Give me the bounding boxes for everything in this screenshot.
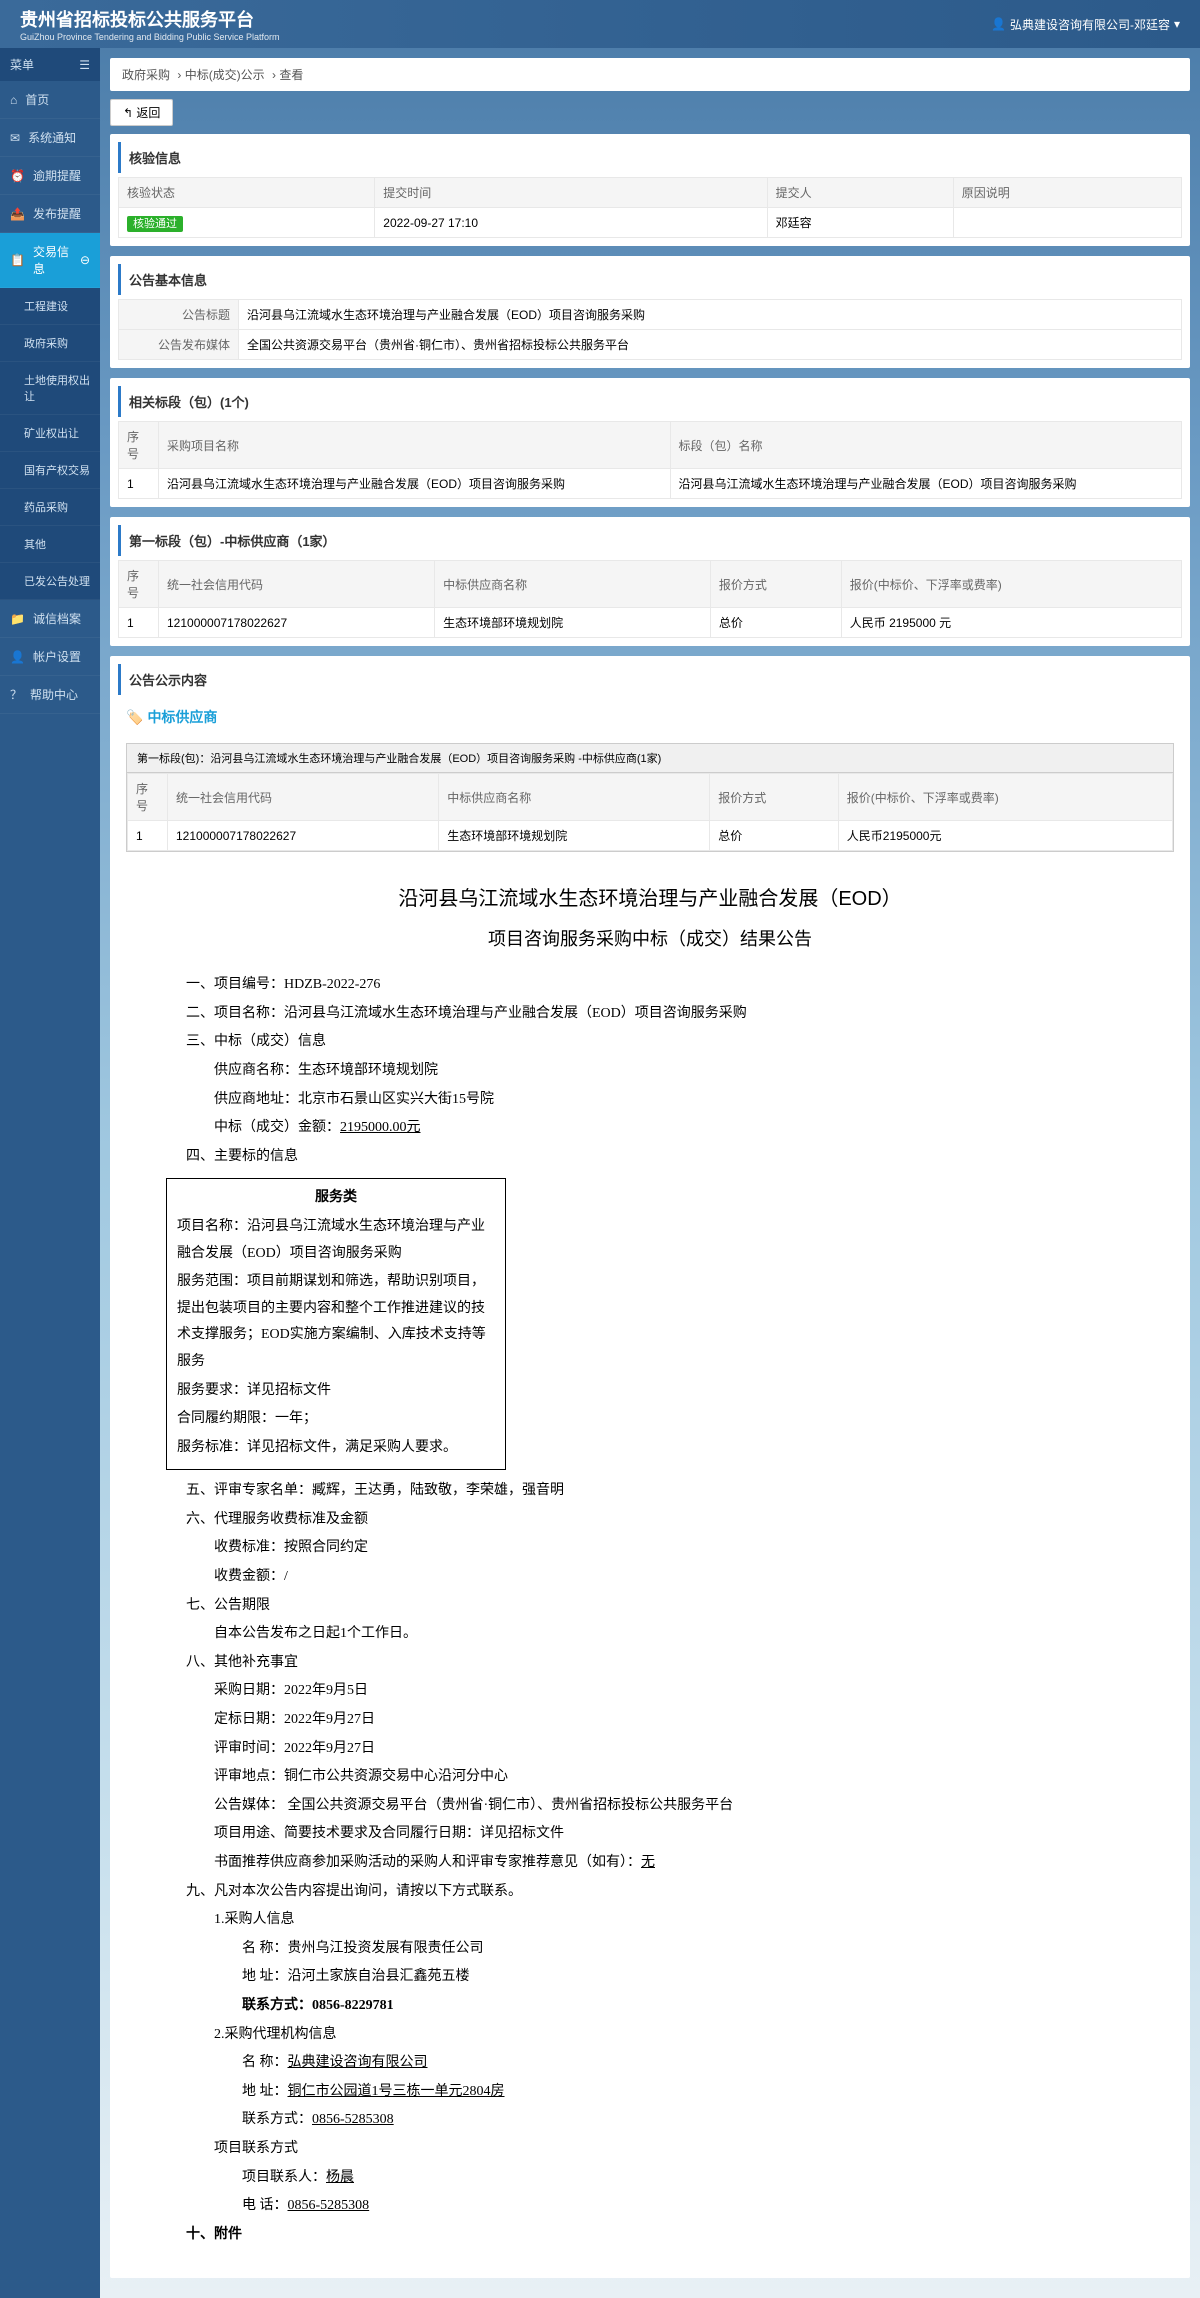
nav-notice[interactable]: ✉系统通知 [0,119,100,157]
subnav-other[interactable]: 其他 [0,526,100,563]
doc-title: 沿河县乌江流域水生态环境治理与产业融合发展（EOD） [158,880,1142,918]
help-icon: ？ [10,686,22,703]
announcement-document: 沿河县乌江流域水生态环境治理与产业融合发展（EOD） 项目咨询服务采购中标（成交… [118,860,1182,2270]
sub-nav: 工程建设 政府采购 土地使用权出让 矿业权出让 国有产权交易 药品采购 其他 已… [0,288,100,600]
app-title: 贵州省招标投标公共服务平台 [20,6,279,32]
subnav-construction[interactable]: 工程建设 [0,288,100,325]
panel-title: 公告公示内容 [118,664,1182,695]
chevron-down-icon: ▾ [1174,17,1180,31]
nav-account[interactable]: 👤帐户设置 [0,638,100,676]
subnav-property[interactable]: 国有产权交易 [0,452,100,489]
supplier-badge-title: 🏷️ 中标供应商 [118,699,1182,735]
content-area: 政府采购 › 中标(成交)公示 › 查看 ↰ 返回 核验信息 核验状态 提交时间… [100,48,1200,2298]
nested-supplier-panel: 第一标段(包)：沿河县乌江流域水生态环境治理与产业融合发展（EOD）项目咨询服务… [126,743,1174,852]
sidebar-header: 菜单 ☰ [0,48,100,81]
doc-subtitle: 项目咨询服务采购中标（成交）结果公告 [158,922,1142,956]
nav-home[interactable]: ⌂首页 [0,81,100,119]
supplier-table: 序号统一社会信用代码中标供应商名称报价方式报价(中标价、下浮率或费率) 1121… [118,560,1182,638]
crumb-0[interactable]: 政府采购 [122,68,170,82]
panel-verify: 核验信息 核验状态 提交时间 提交人 原因说明 核验通过 2022-09-27 … [110,134,1190,246]
nav-help[interactable]: ？帮助中心 [0,676,100,714]
panel-related: 相关标段（包）(1个) 序号采购项目名称标段（包）名称 1沿河县乌江流域水生态环… [110,378,1190,507]
app-subtitle: GuiZhou Province Tendering and Bidding P… [20,32,279,42]
table-row: 核验通过 2022-09-27 17:10 邓廷容 [119,208,1182,238]
user-icon: 👤 [10,650,25,664]
home-icon: ⌂ [10,93,17,107]
table-row: 1121000007178022627生态环境部环境规划院总价人民币 21950… [119,608,1182,638]
tag-icon: 🏷️ [126,709,143,726]
subnav-land[interactable]: 土地使用权出让 [0,362,100,415]
sidebar: 菜单 ☰ ⌂首页 ✉系统通知 ⏰逾期提醒 📤发布提醒 📋交易信息⊖ 工程建设 政… [0,48,100,2298]
subnav-published[interactable]: 已发公告处理 [0,563,100,600]
table-row: 公告标题沿河县乌江流域水生态环境治理与产业融合发展（EOD）项目咨询服务采购 [119,300,1182,330]
nav-overdue[interactable]: ⏰逾期提醒 [0,157,100,195]
user-name: 弘典建设咨询有限公司-邓廷容 [1010,16,1170,33]
nav-publish[interactable]: 📤发布提醒 [0,195,100,233]
back-button[interactable]: ↰ 返回 [110,99,173,126]
clock-icon: ⏰ [10,169,25,183]
breadcrumb: 政府采购 › 中标(成交)公示 › 查看 [110,58,1190,91]
nested-table: 序号统一社会信用代码中标供应商名称报价方式报价(中标价、下浮率或费率) 1121… [127,773,1173,851]
panel-title: 核验信息 [118,142,1182,173]
nested-header: 第一标段(包)：沿河县乌江流域水生态环境治理与产业融合发展（EOD）项目咨询服务… [127,744,1173,773]
trade-icon: 📋 [10,253,25,267]
crumb-1[interactable]: 中标(成交)公示 [185,68,265,82]
basic-table: 公告标题沿河县乌江流域水生态环境治理与产业融合发展（EOD）项目咨询服务采购 公… [118,299,1182,360]
table-row: 1沿河县乌江流域水生态环境治理与产业融合发展（EOD）项目咨询服务采购沿河县乌江… [119,469,1182,499]
user-icon: 👤 [991,17,1006,31]
related-table: 序号采购项目名称标段（包）名称 1沿河县乌江流域水生态环境治理与产业融合发展（E… [118,421,1182,499]
file-icon: 📁 [10,612,25,626]
table-row: 1121000007178022627生态环境部环境规划院总价人民币219500… [128,821,1173,851]
app-header: 贵州省招标投标公共服务平台 GuiZhou Province Tendering… [0,0,1200,48]
panel-title: 第一标段（包）-中标供应商（1家） [118,525,1182,556]
verify-table: 核验状态 提交时间 提交人 原因说明 核验通过 2022-09-27 17:10… [118,177,1182,238]
panel-title: 公告基本信息 [118,264,1182,295]
user-menu[interactable]: 👤 弘典建设咨询有限公司-邓廷容 ▾ [991,16,1180,33]
nav-credit[interactable]: 📁诚信档案 [0,600,100,638]
subnav-gov[interactable]: 政府采购 [0,325,100,362]
mail-icon: ✉ [10,131,20,145]
panel-content: 公告公示内容 🏷️ 中标供应商 第一标段(包)：沿河县乌江流域水生态环境治理与产… [110,656,1190,2278]
crumb-2: 查看 [279,68,303,82]
panel-title: 相关标段（包）(1个) [118,386,1182,417]
panel-supplier: 第一标段（包）-中标供应商（1家） 序号统一社会信用代码中标供应商名称报价方式报… [110,517,1190,646]
nav-trade[interactable]: 📋交易信息⊖ [0,233,100,288]
service-info-box: 服务类 项目名称：沿河县乌江流域水生态环境治理与产业融合发展（EOD）项目咨询服… [166,1178,506,1470]
menu-label: 菜单 [10,56,34,73]
panel-basic: 公告基本信息 公告标题沿河县乌江流域水生态环境治理与产业融合发展（EOD）项目咨… [110,256,1190,368]
status-badge: 核验通过 [127,216,183,232]
subnav-drug[interactable]: 药品采购 [0,489,100,526]
table-row: 公告发布媒体全国公共资源交易平台（贵州省·铜仁市）、贵州省招标投标公共服务平台 [119,330,1182,360]
publish-icon: 📤 [10,207,25,221]
collapse-icon: ⊖ [80,253,90,267]
menu-toggle-icon[interactable]: ☰ [79,58,90,72]
subnav-mining[interactable]: 矿业权出让 [0,415,100,452]
